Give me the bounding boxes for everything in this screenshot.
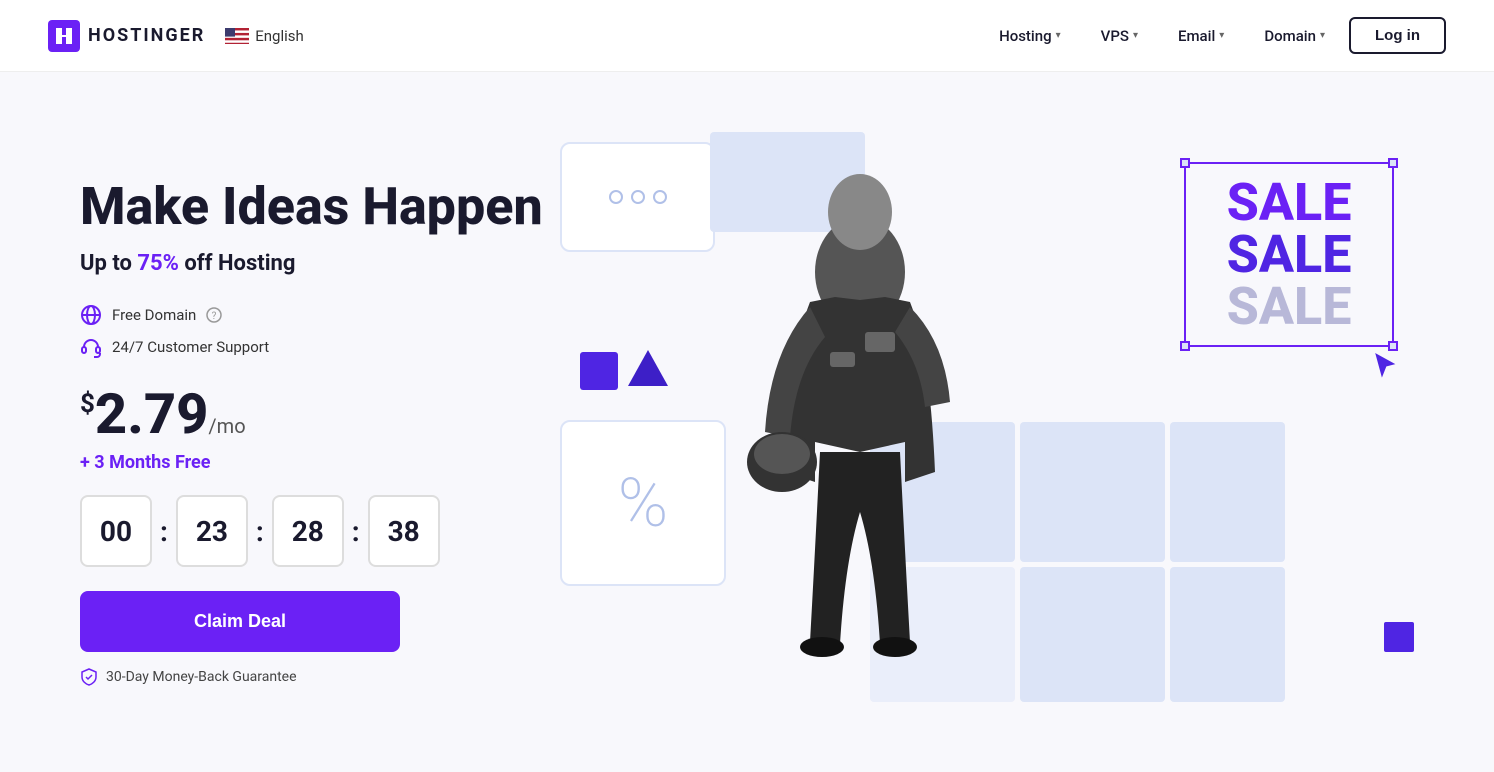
price-block: $2.79/mo <box>80 386 560 442</box>
sale-corner-tl <box>1180 158 1190 168</box>
hero-subtitle: Up to 75% off Hosting <box>80 251 560 276</box>
shield-icon <box>80 668 98 686</box>
support-label: 24/7 Customer Support <box>112 338 269 356</box>
navbar: HOSTINGER English Hosting ▾ VPS ▾ Email … <box>0 0 1494 72</box>
cursor-icon <box>1374 352 1398 387</box>
hero-left: Make Ideas Happen Up to 75% off Hosting … <box>80 178 560 686</box>
logo-text: HOSTINGER <box>88 25 205 46</box>
hero-section: Make Ideas Happen Up to 75% off Hosting … <box>0 72 1494 772</box>
sale-corner-bl <box>1180 341 1190 351</box>
logo[interactable]: HOSTINGER <box>48 20 205 52</box>
nav-email[interactable]: Email ▾ <box>1162 19 1240 53</box>
claim-deal-button[interactable]: Claim Deal <box>80 591 400 652</box>
chevron-down-icon: ▾ <box>1056 30 1061 41</box>
subtitle-suffix: off Hosting <box>179 251 296 276</box>
sale-line-2: SALE <box>1227 229 1352 281</box>
sale-line-1: SALE <box>1227 177 1352 229</box>
globe-icon <box>80 304 102 326</box>
price-display: $2.79/mo <box>80 381 246 447</box>
deco-purple-square-1 <box>580 352 618 390</box>
login-button[interactable]: Log in <box>1349 17 1446 54</box>
countdown-minutes: 23 <box>176 495 248 567</box>
price-period: /mo <box>208 414 245 438</box>
navbar-right: Hosting ▾ VPS ▾ Email ▾ Domain ▾ Log in <box>983 17 1446 54</box>
browser-dot-2 <box>631 190 645 204</box>
sale-corner-br <box>1388 341 1398 351</box>
countdown-sep-3: : <box>352 515 360 548</box>
percent-box: % <box>560 420 726 586</box>
subtitle-prefix: Up to <box>80 251 137 276</box>
chevron-down-icon: ▾ <box>1133 30 1138 41</box>
price-value: 2.79 <box>95 381 208 447</box>
hero-title: Make Ideas Happen <box>80 178 560 235</box>
sale-line-3: SALE <box>1227 281 1352 333</box>
browser-dot-1 <box>609 190 623 204</box>
deco-purple-square-br <box>1384 622 1414 652</box>
browser-dot-3 <box>653 190 667 204</box>
free-months-label: + 3 Months Free <box>80 452 560 473</box>
countdown-sep-2: : <box>256 515 264 548</box>
nav-domain[interactable]: Domain ▾ <box>1248 19 1341 53</box>
countdown-seconds: 28 <box>272 495 344 567</box>
sale-box: SALE SALE SALE <box>1184 162 1394 347</box>
language-label: English <box>255 27 304 45</box>
countdown-frames: 38 <box>368 495 440 567</box>
subtitle-highlight: 75% <box>137 251 179 276</box>
countdown-timer: 00 : 23 : 28 : 38 <box>80 495 560 567</box>
chevron-down-icon: ▾ <box>1320 30 1325 41</box>
deco-cell-6 <box>1170 567 1285 702</box>
chevron-down-icon: ▾ <box>1219 30 1224 41</box>
nav-vps[interactable]: VPS ▾ <box>1085 19 1154 53</box>
headset-icon <box>80 336 102 358</box>
navbar-left: HOSTINGER English <box>48 20 304 52</box>
nav-hosting[interactable]: Hosting ▾ <box>983 19 1077 53</box>
free-domain-label: Free Domain <box>112 306 196 324</box>
guarantee-row: 30-Day Money-Back Guarantee <box>80 668 560 686</box>
sale-corner-tr <box>1388 158 1398 168</box>
deco-cell-3 <box>1170 422 1285 562</box>
percent-symbol: % <box>618 469 669 537</box>
price-dollar: $ <box>80 389 95 419</box>
deco-purple-triangle <box>628 350 668 386</box>
logo-icon <box>48 20 80 52</box>
person-svg <box>710 152 1010 712</box>
countdown-hours: 00 <box>80 495 152 567</box>
feature-support: 24/7 Customer Support <box>80 336 560 358</box>
guarantee-label: 30-Day Money-Back Guarantee <box>106 669 297 685</box>
hero-illustration: % SALE SALE SALE <box>560 132 1414 732</box>
flag-icon <box>225 28 249 44</box>
language-selector[interactable]: English <box>225 27 304 45</box>
hero-person <box>710 152 1050 722</box>
browser-mockup <box>560 142 715 252</box>
feature-free-domain: Free Domain ? <box>80 304 560 326</box>
info-icon: ? <box>206 307 222 323</box>
features-list: Free Domain ? 24/7 Customer Support <box>80 304 560 358</box>
countdown-sep-1: : <box>160 515 168 548</box>
svg-text:?: ? <box>212 311 217 322</box>
